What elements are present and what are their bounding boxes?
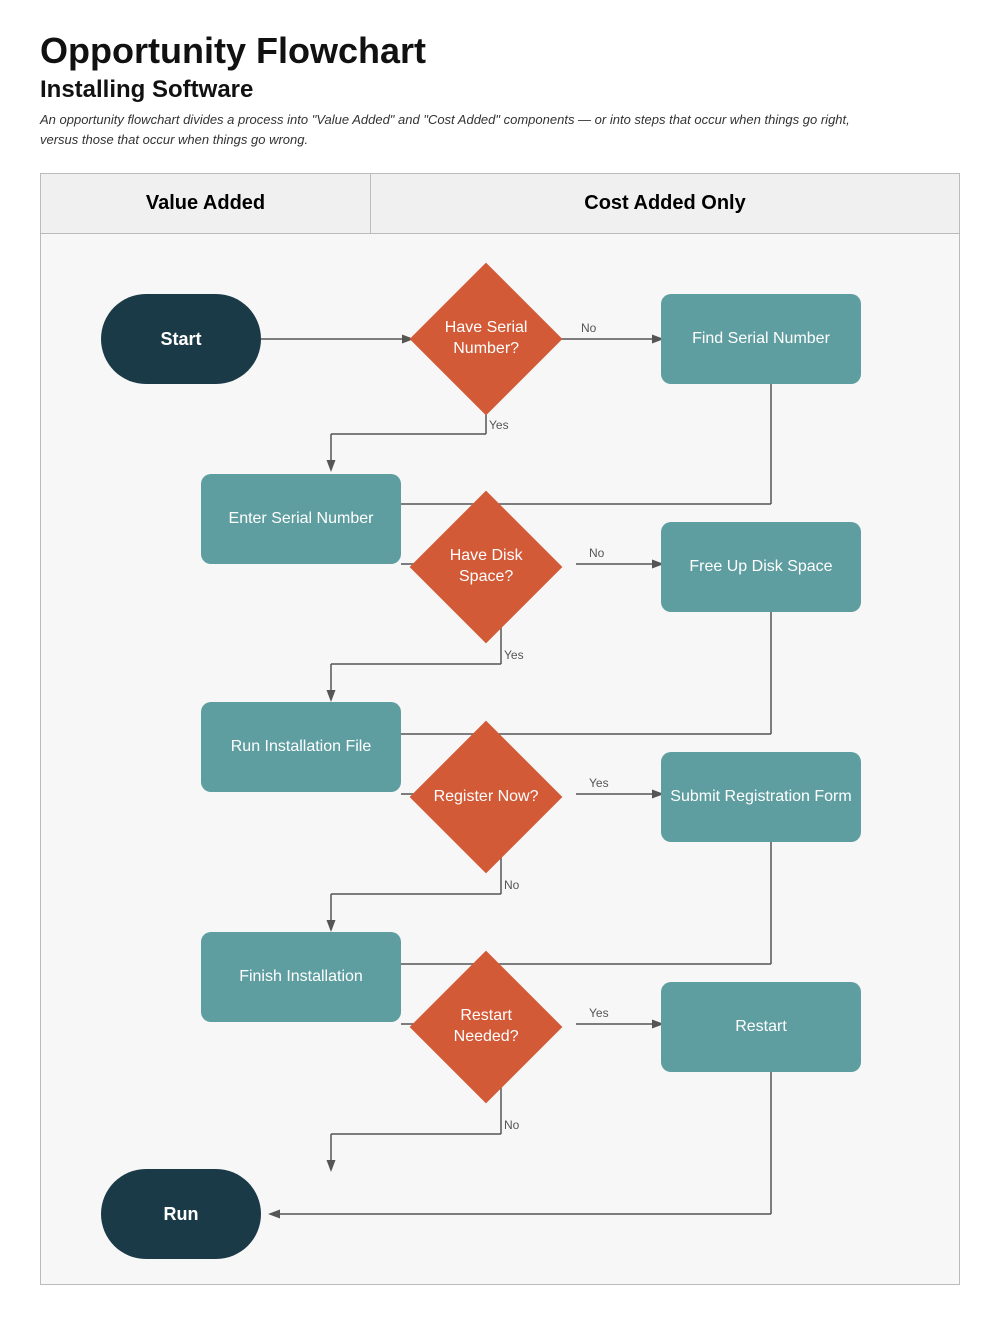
subtitle: Installing Software: [40, 76, 960, 104]
have-disk-node: Have Disk Space?: [411, 512, 561, 622]
svg-text:Yes: Yes: [489, 418, 509, 432]
description: An opportunity flowchart divides a proce…: [40, 110, 860, 149]
flowchart-body: No Yes No Yes: [41, 234, 959, 1284]
column-headers: Value Added Cost Added Only: [41, 174, 959, 234]
have-serial-node: Have Serial Number?: [411, 284, 561, 394]
right-column-header: Cost Added Only: [371, 174, 959, 233]
start-node: Start: [101, 294, 261, 384]
svg-text:No: No: [504, 878, 520, 892]
left-column-header: Value Added: [41, 174, 371, 233]
find-serial-node: Find Serial Number: [661, 294, 861, 384]
restart-node: Restart: [661, 982, 861, 1072]
free-disk-node: Free Up Disk Space: [661, 522, 861, 612]
svg-text:Yes: Yes: [589, 1006, 609, 1020]
register-now-node: Register Now?: [411, 742, 561, 852]
finish-install-node: Finish Installation: [201, 932, 401, 1022]
submit-reg-node: Submit Registration Form: [661, 752, 861, 842]
run-install-node: Run Installation File: [201, 702, 401, 792]
svg-text:Yes: Yes: [589, 776, 609, 790]
run-node: Run: [101, 1169, 261, 1259]
restart-needed-node: Restart Needed?: [411, 972, 561, 1082]
svg-text:No: No: [581, 321, 597, 335]
enter-serial-node: Enter Serial Number: [201, 474, 401, 564]
svg-text:No: No: [504, 1118, 520, 1132]
flowchart: Value Added Cost Added Only No Yes: [40, 173, 960, 1285]
svg-text:No: No: [589, 546, 605, 560]
svg-text:Yes: Yes: [504, 648, 524, 662]
page-title: Opportunity Flowchart: [40, 30, 960, 72]
